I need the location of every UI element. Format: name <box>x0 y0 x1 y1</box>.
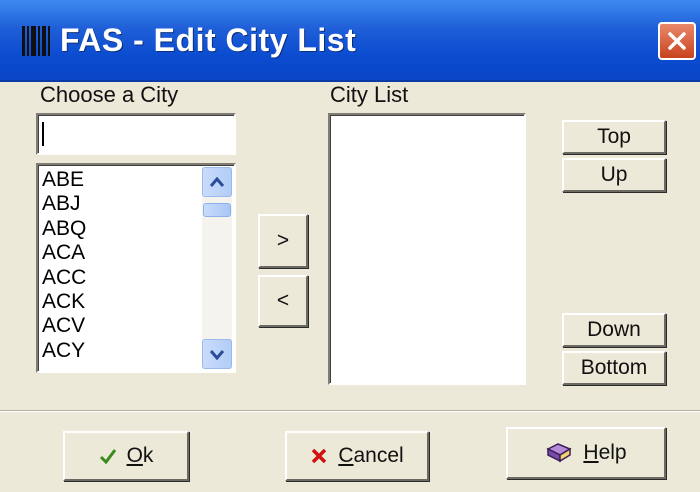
list-item[interactable]: ABE <box>42 168 86 192</box>
move-up-button[interactable]: Up <box>562 158 666 192</box>
x-icon <box>312 448 327 464</box>
selected-city-listbox[interactable] <box>328 113 526 385</box>
cancel-label: Cancel <box>338 444 404 467</box>
add-city-button[interactable]: > <box>258 214 308 268</box>
scroll-thumb[interactable] <box>203 203 231 217</box>
help-book-icon <box>546 443 573 463</box>
city-search-input[interactable] <box>36 113 236 155</box>
list-item[interactable]: ACK <box>42 290 86 314</box>
city-choices-list: ABE ABJ ABQ ACA ACC ACK ACV ACY <box>42 168 86 363</box>
app-barcode-icon <box>22 26 50 56</box>
list-item[interactable]: ACC <box>42 266 86 290</box>
help-button[interactable]: Help <box>506 427 666 479</box>
close-button[interactable] <box>658 22 696 60</box>
remove-city-button[interactable]: < <box>258 275 308 327</box>
ok-button[interactable]: Ok <box>63 431 189 481</box>
scroll-up-button[interactable] <box>202 167 232 197</box>
scroll-up-icon <box>209 176 225 187</box>
help-label: Help <box>583 441 627 464</box>
footer-divider <box>0 410 700 412</box>
window-title: FAS - Edit City List <box>60 22 357 58</box>
move-top-button[interactable]: Top <box>562 120 666 154</box>
list-item[interactable]: ACA <box>42 241 86 265</box>
edit-city-list-dialog: FAS - Edit City List Choose a City City … <box>0 0 700 492</box>
list-item[interactable]: ABJ <box>42 192 86 216</box>
checkmark-icon <box>99 449 116 464</box>
choose-city-label: Choose a City <box>40 82 179 107</box>
close-icon <box>668 32 686 50</box>
city-choices-listbox[interactable]: ABE ABJ ABQ ACA ACC ACK ACV ACY <box>36 163 236 373</box>
list-item[interactable]: ACV <box>42 314 86 338</box>
title-bar[interactable]: FAS - Edit City List <box>0 0 700 82</box>
city-list-label: City List <box>330 82 409 107</box>
scroll-down-button[interactable] <box>202 339 232 369</box>
ok-label: Ok <box>126 444 154 467</box>
list-item[interactable]: ABQ <box>42 217 86 241</box>
text-caret <box>42 122 44 146</box>
cancel-button[interactable]: Cancel <box>285 431 429 481</box>
move-bottom-button[interactable]: Bottom <box>562 351 666 385</box>
list-item[interactable]: ACY <box>42 339 86 363</box>
move-down-button[interactable]: Down <box>562 313 666 347</box>
vertical-scrollbar[interactable] <box>202 167 232 369</box>
scroll-down-icon <box>209 350 225 360</box>
